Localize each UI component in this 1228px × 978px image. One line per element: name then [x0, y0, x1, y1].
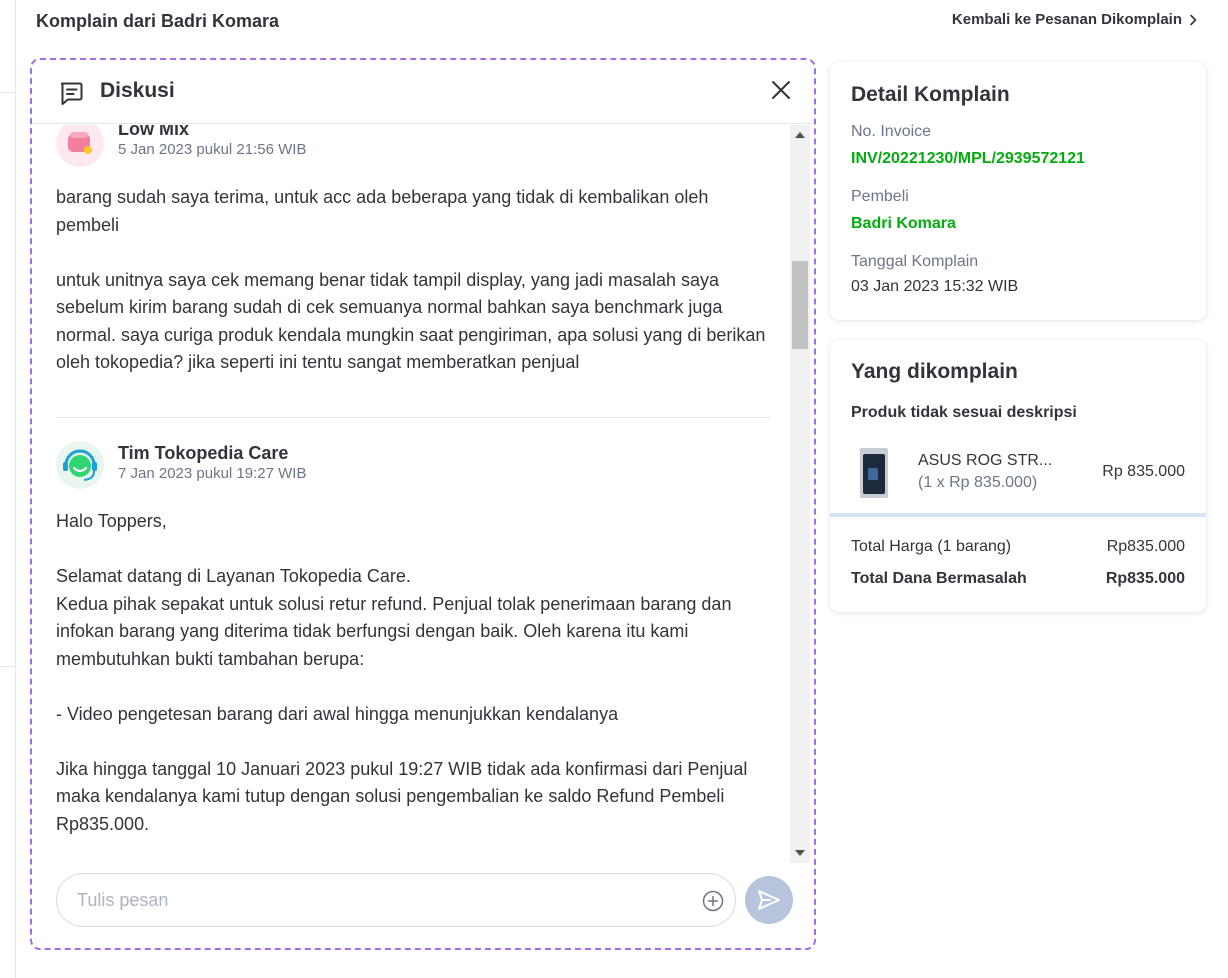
scroll-down-arrow-icon[interactable] [795, 850, 805, 856]
discussion-panel: Diskusi Low Mix 5 Jan 2023 pukul 21:56 W… [30, 58, 816, 950]
scrollbar-thumb[interactable] [792, 261, 808, 349]
message-composer [56, 873, 736, 927]
buyer-label: Pembeli [851, 188, 909, 205]
total-price-value: Rp835.000 [1106, 538, 1185, 555]
invoice-link[interactable]: INV/20221230/MPL/2939572121 [851, 150, 1085, 168]
message-input[interactable] [77, 888, 677, 912]
back-link-label: Kembali ke Pesanan Dikomplain [951, 11, 1182, 28]
send-button[interactable] [745, 876, 793, 924]
message-sender: Low Mix [118, 125, 189, 139]
back-to-complained-orders-link[interactable]: Kembali ke Pesanan Dikomplain [952, 11, 1198, 28]
message-divider [56, 417, 770, 418]
total-problem-label: Total Dana Bermasalah [851, 570, 1027, 587]
message-body: Halo Toppers, Selamat datang di Layanan … [56, 511, 748, 834]
left-panel-divider [0, 666, 16, 667]
complaint-date-label: Tanggal Komplain [851, 253, 979, 270]
message-time: 5 Jan 2023 pukul 21:56 WIB [118, 141, 307, 158]
total-price-label: Total Harga (1 barang) [851, 538, 1012, 555]
page-title: Komplain dari Badri Komara [36, 11, 280, 31]
invoice-label: No. Invoice [851, 123, 932, 140]
discussion-header: Diskusi [32, 60, 814, 124]
message-scrollbar[interactable] [790, 125, 810, 863]
scroll-up-arrow-icon[interactable] [795, 132, 805, 138]
total-problem-value: Rp835.000 [1105, 570, 1185, 587]
buyer-link[interactable]: Badri Komara [851, 215, 956, 233]
complaint-detail-card: Detail Komplain No. Invoice INV/20221230… [830, 62, 1206, 320]
message-body: barang sudah saya terima, untuk acc ada … [56, 187, 766, 372]
complained-title: Yang dikomplain [851, 360, 1018, 383]
chat-icon [60, 82, 83, 105]
message-time: 7 Jan 2023 pukul 19:27 WIB [118, 465, 307, 482]
seller-avatar [56, 125, 104, 167]
product-quantity: (1 x Rp 835.000) [918, 474, 1038, 491]
close-icon[interactable] [770, 79, 792, 101]
add-circle-icon[interactable] [701, 889, 725, 913]
message-list[interactable]: Low Mix 5 Jan 2023 pukul 21:56 WIB baran… [32, 125, 792, 860]
complaint-reason: Produk tidak sesuai deskripsi [851, 404, 1077, 421]
complained-items-card: Yang dikomplain Produk tidak sesuai desk… [830, 340, 1206, 612]
left-panel-edge [0, 0, 16, 978]
product-price: Rp 835.000 [1102, 463, 1185, 480]
chevron-right-icon [1190, 14, 1197, 25]
product-thumbnail-label [868, 468, 878, 480]
send-icon [758, 890, 780, 910]
tokopedia-care-avatar [56, 441, 104, 489]
discussion-title: Diskusi [100, 79, 175, 102]
message-sender: Tim Tokopedia Care [118, 443, 289, 463]
detail-title: Detail Komplain [851, 83, 1010, 106]
left-panel-divider [0, 92, 16, 93]
complaint-date-value: 03 Jan 2023 15:32 WIB [851, 278, 1019, 295]
message-header [56, 441, 104, 489]
product-thumbnail [860, 448, 888, 498]
message-header [56, 125, 104, 167]
section-divider [830, 513, 1206, 517]
product-name[interactable]: ASUS ROG STR... [918, 452, 1052, 470]
